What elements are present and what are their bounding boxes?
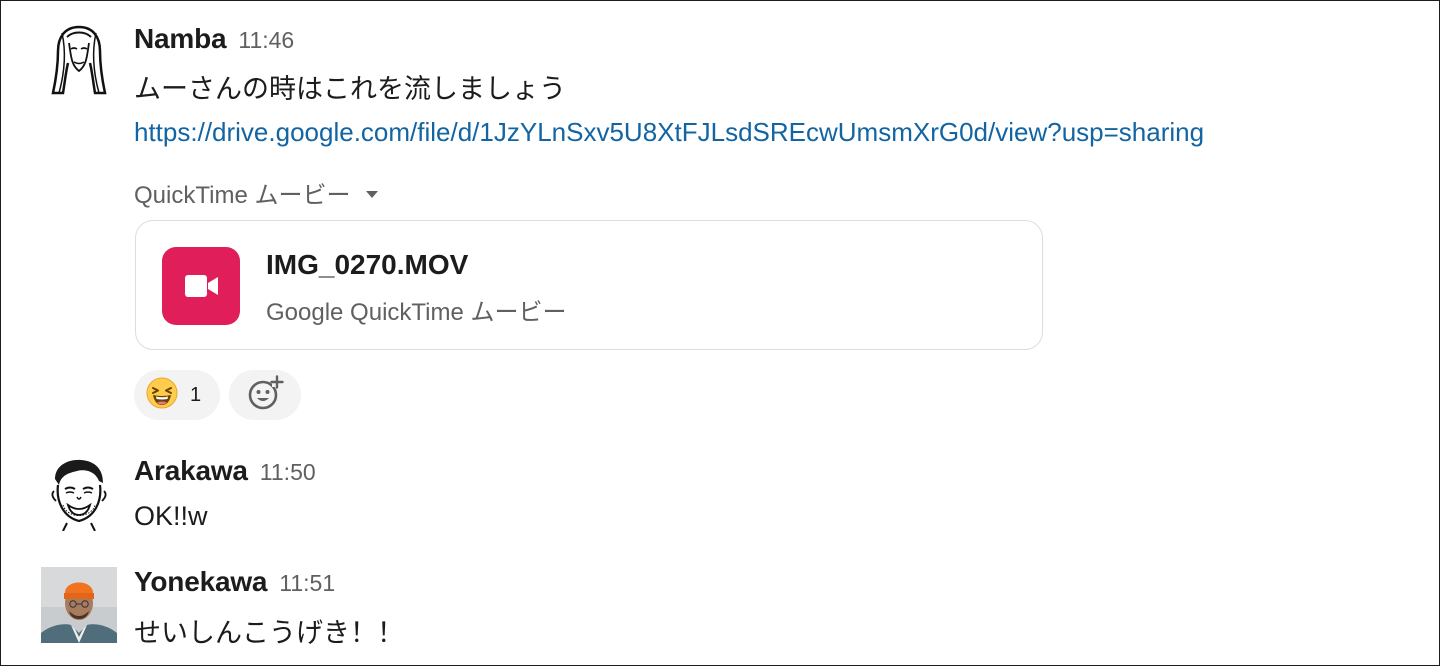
author-name[interactable]: Yonekawa bbox=[134, 566, 267, 598]
author-name[interactable]: Arakawa bbox=[134, 455, 248, 487]
reaction-pill[interactable]: 1 bbox=[134, 370, 220, 420]
timestamp[interactable]: 11:51 bbox=[279, 570, 335, 597]
timestamp[interactable]: 11:46 bbox=[238, 27, 294, 54]
avatar-arakawa[interactable] bbox=[41, 455, 117, 532]
laughing-face-icon bbox=[146, 377, 178, 414]
avatar-namba[interactable] bbox=[41, 21, 117, 97]
add-reaction-icon bbox=[246, 374, 284, 417]
author-name[interactable]: Namba bbox=[134, 23, 227, 55]
message-text: ムーさんの時はこれを流しましょう bbox=[134, 74, 566, 104]
file-type: Google QuickTime ムービー bbox=[266, 299, 567, 326]
reaction-count: 1 bbox=[190, 383, 202, 406]
timestamp[interactable]: 11:50 bbox=[260, 459, 316, 486]
message-header: Arakawa 11:50 bbox=[134, 455, 316, 487]
message-text: OK!!w bbox=[134, 501, 208, 531]
message-list: Namba 11:46 ムーさんの時はこれを流しましょう https://dri… bbox=[0, 0, 1440, 666]
file-name[interactable]: IMG_0270.MOV bbox=[266, 249, 468, 281]
attachment-label: QuickTime ムービー bbox=[134, 182, 351, 209]
attachment-toggle[interactable]: QuickTime ムービー bbox=[134, 175, 379, 210]
add-reaction-button[interactable] bbox=[229, 370, 301, 420]
message-header: Namba 11:46 bbox=[134, 23, 294, 55]
drive-link[interactable]: https://drive.google.com/file/d/1JzYLnSx… bbox=[134, 117, 1204, 148]
avatar-yonekawa[interactable] bbox=[41, 567, 117, 643]
file-card[interactable]: IMG_0270.MOV Google QuickTime ムービー bbox=[135, 220, 1043, 350]
caret-down-icon bbox=[366, 191, 379, 198]
message-text: せいしんこうげき！！ bbox=[134, 618, 404, 648]
message-header: Yonekawa 11:51 bbox=[134, 566, 335, 598]
video-camera-icon bbox=[162, 247, 240, 325]
